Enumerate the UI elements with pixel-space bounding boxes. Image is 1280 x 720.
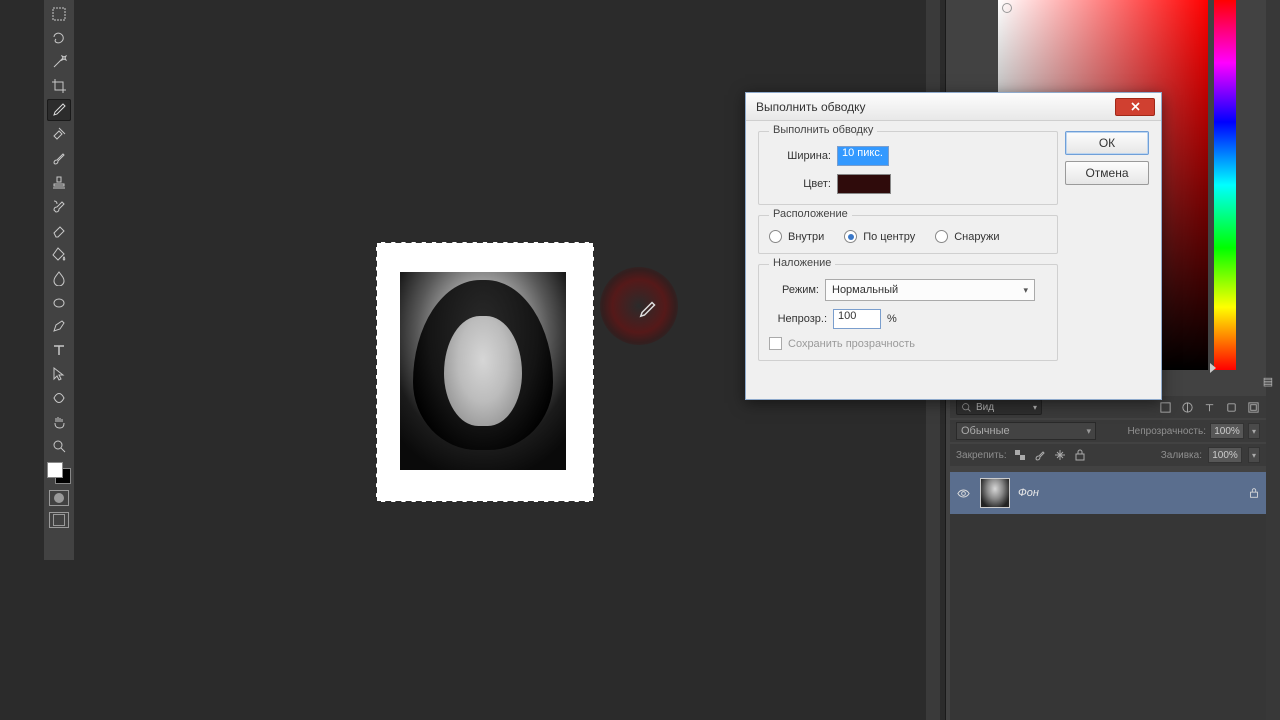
tool-brush[interactable] [47,147,71,169]
tool-zoom[interactable] [47,435,71,457]
tool-patch[interactable] [47,123,71,145]
lock-position-icon[interactable] [1053,448,1067,462]
radio-inside[interactable] [769,230,782,243]
mode-select[interactable]: Нормальный [825,279,1035,301]
lock-all-icon[interactable] [1073,448,1087,462]
width-label: Ширина: [769,150,831,162]
location-fieldset: Расположение Внутри По центру Снаружи [758,215,1058,254]
radio-center-label: По центру [863,231,915,243]
layer-visibility-toggle[interactable] [954,484,972,502]
mode-label: Режим: [769,284,819,296]
screenmode-icon[interactable] [49,512,69,528]
filter-smart-icon[interactable] [1246,400,1260,414]
width-input[interactable]: 10 пикс. [837,146,889,166]
stroke-fieldset-legend: Выполнить обводку [769,124,877,136]
panel-menu-icon[interactable]: ▤ [1258,375,1278,387]
blend-fieldset: Наложение Режим: Нормальный Непрозр.: 10… [758,264,1058,361]
radio-center[interactable] [844,230,857,243]
fill-value[interactable]: 100% [1208,447,1242,463]
tool-crop[interactable] [47,75,71,97]
quickmask-icon[interactable] [49,490,69,506]
stroke-color-swatch[interactable] [837,174,891,194]
document-canvas[interactable] [376,242,594,502]
preserve-transparency-label: Сохранить прозрачность [788,338,915,350]
filter-adjust-icon[interactable] [1180,400,1194,414]
tool-magic-wand[interactable] [47,51,71,73]
mode-value: Нормальный [832,284,898,296]
stroke-dialog: Выполнить обводку Выполнить обводку Шири… [745,92,1162,400]
filter-type-icon[interactable] [1202,400,1216,414]
tool-eraser[interactable] [47,219,71,241]
layer-row-background[interactable]: Фон [950,472,1266,514]
dialog-close-button[interactable] [1115,98,1155,116]
radio-outside[interactable] [935,230,948,243]
fill-chevron-icon[interactable]: ▾ [1248,447,1260,463]
layer-lock-icon[interactable] [1246,485,1262,501]
tools-toolbar [44,0,74,560]
fill-label: Заливка: [1161,450,1202,461]
tool-path-select[interactable] [47,363,71,385]
blend-legend: Наложение [769,257,835,269]
filter-pixel-icon[interactable] [1158,400,1172,414]
panel-tab-strip[interactable] [1266,0,1280,720]
tool-dodge[interactable] [47,291,71,313]
color-label: Цвет: [769,178,831,190]
photo-image [400,272,566,470]
tool-hand[interactable] [47,411,71,433]
blend-mode-select[interactable]: Обычные [956,422,1096,440]
foreground-color-swatch[interactable] [47,462,63,478]
tool-rect-select[interactable] [47,3,71,25]
radio-inside-label: Внутри [788,231,824,243]
layer-opacity-label: Непрозрачность: [1127,426,1206,437]
dlg-opacity-unit: % [887,313,897,325]
layer-blend-row: Обычные Непрозрачность: 100% ▾ [950,420,1266,442]
tool-type[interactable] [47,339,71,361]
lock-transparency-icon[interactable] [1013,448,1027,462]
lock-pixels-icon[interactable] [1033,448,1047,462]
layer-thumbnail[interactable] [980,478,1010,508]
filter-shape-icon[interactable] [1224,400,1238,414]
tool-blur[interactable] [47,267,71,289]
layer-filter-select[interactable]: Вид ▾ [956,399,1042,415]
color-field-marker[interactable] [1002,3,1012,13]
lock-label: Закрепить: [956,450,1007,461]
radio-outside-label: Снаружи [954,231,999,243]
layer-lock-row: Закрепить: Заливка: 100% ▾ [950,444,1266,466]
tool-history-brush[interactable] [47,195,71,217]
tool-lasso[interactable] [47,27,71,49]
dialog-titlebar[interactable]: Выполнить обводку [746,93,1161,121]
preserve-transparency-checkbox [769,337,782,350]
stroke-fieldset: Выполнить обводку Ширина: 10 пикс. Цвет: [758,131,1058,205]
location-legend: Расположение [769,208,852,220]
dialog-title: Выполнить обводку [756,100,1115,114]
dlg-opacity-input[interactable]: 100 [833,309,881,329]
tool-bucket[interactable] [47,243,71,265]
tool-shape[interactable] [47,387,71,409]
blend-mode-value: Обычные [961,425,1010,437]
layer-name[interactable]: Фон [1018,487,1039,499]
tool-eyedropper[interactable] [47,99,71,121]
eyedropper-cursor-icon [635,298,659,322]
cancel-button[interactable]: Отмена [1065,161,1149,185]
ok-button[interactable]: ОК [1065,131,1149,155]
hue-strip[interactable] [1214,0,1236,370]
color-swatches[interactable] [47,462,71,484]
layer-opacity-value[interactable]: 100% [1210,423,1244,439]
layers-empty-area [950,514,1266,720]
tool-pen[interactable] [47,315,71,337]
tool-stamp[interactable] [47,171,71,193]
hue-slider-handle[interactable] [1210,363,1216,373]
dlg-opacity-label: Непрозр.: [769,313,827,325]
layer-filter-label: Вид [976,402,994,413]
layer-opacity-chevron-icon[interactable]: ▾ [1248,423,1260,439]
